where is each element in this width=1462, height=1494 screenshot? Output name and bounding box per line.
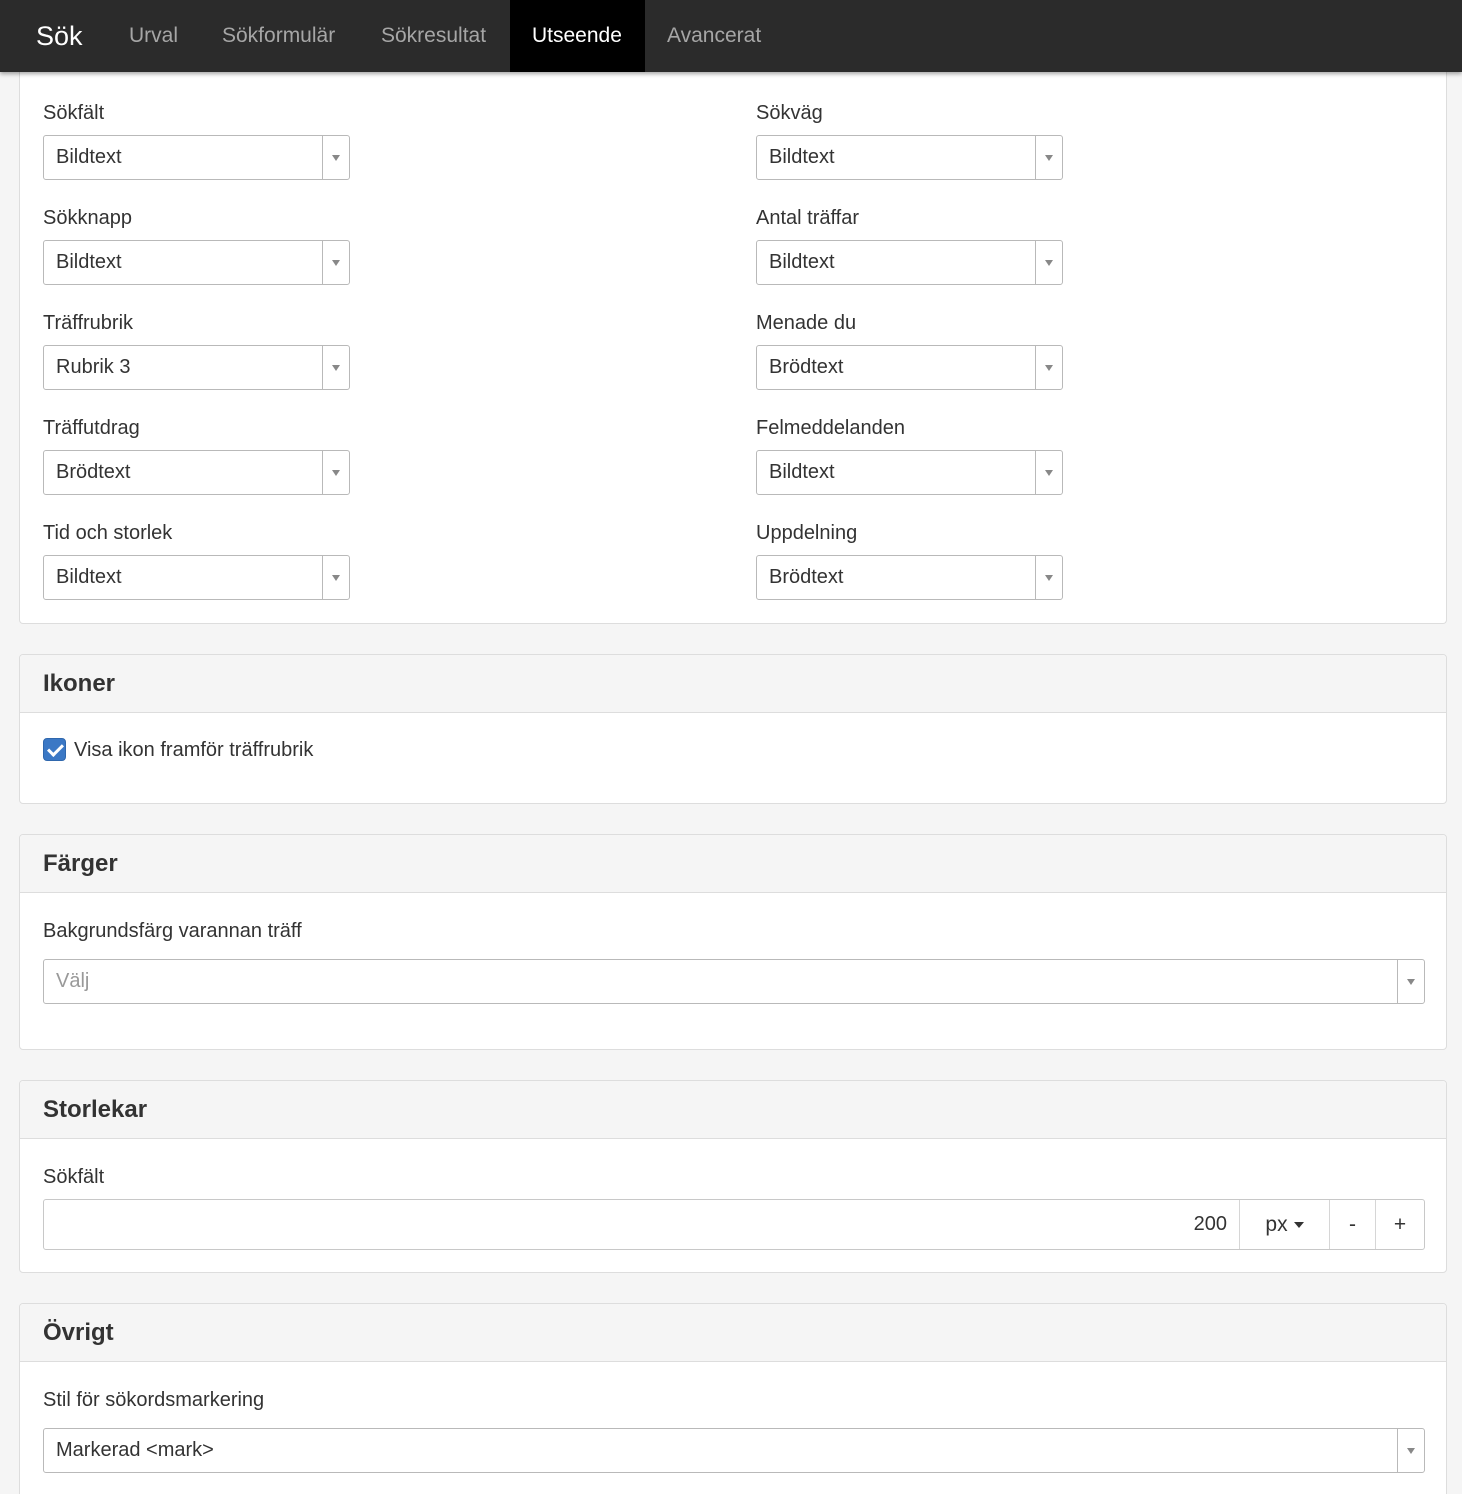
increment-button[interactable]: + [1375,1200,1424,1249]
select-antal-traffar[interactable]: Bildtext [756,240,1063,285]
panel-title: Färger [43,850,118,877]
dropdown-arrow-icon [1035,346,1062,389]
top-navbar: Sök Urval Sökformulär Sökresultat Utseen… [0,0,1462,72]
panel-heading: Ikoner [20,655,1446,713]
dropdown-arrow-icon [322,556,349,599]
decrement-button[interactable]: - [1329,1200,1375,1249]
brand-title[interactable]: Sök [36,0,83,72]
dropdown-arrow-icon [1397,1429,1424,1472]
select-value: Bildtext [769,461,835,483]
select-value: Bildtext [56,251,122,273]
tab-avancerat[interactable]: Avancerat [645,0,783,72]
panel-title: Övrigt [43,1319,114,1346]
field-label-traffutdrag: Träffutdrag [43,417,140,439]
select-value: Brödtext [769,566,844,588]
dropdown-arrow-icon [322,451,349,494]
field-label-sokvag: Sökväg [756,102,823,124]
select-value: Brödtext [56,461,131,483]
typography-panel: Sökfält Bildtext Sökknapp Bildtext Träff… [19,60,1447,624]
field-label-bakgrundsfarg: Bakgrundsfärg varannan träff [43,920,302,942]
checkbox-label[interactable]: Visa ikon framför träffrubrik [74,739,313,762]
field-label-menade-du: Menade du [756,312,857,334]
caret-down-icon [1293,1222,1304,1228]
select-traffutdrag[interactable]: Brödtext [43,450,350,495]
select-placeholder: Välj [56,970,90,992]
select-felmeddelanden[interactable]: Bildtext [756,450,1063,495]
select-value: Brödtext [769,356,844,378]
select-value: Markerad <mark> [56,1439,214,1461]
dropdown-arrow-icon [1035,241,1062,284]
sizes-panel: Storlekar Sökfält 200 px - + [19,1080,1447,1273]
dropdown-arrow-icon [322,241,349,284]
panel-heading: Övrigt [20,1304,1446,1362]
dropdown-arrow-icon [1035,556,1062,599]
select-tid-och-storlek[interactable]: Bildtext [43,555,350,600]
size-value-input[interactable]: 200 [44,1200,1227,1249]
unit-label: px [1265,1213,1288,1236]
select-value: Bildtext [56,146,122,168]
size-input-group: 200 px - + [43,1199,1425,1250]
field-label-felmeddelanden: Felmeddelanden [756,417,905,439]
panel-title: Ikoner [43,670,116,697]
field-label-tid-och-storlek: Tid och storlek [43,522,173,544]
select-value: Bildtext [769,251,835,273]
select-value: Bildtext [769,146,835,168]
panel-title: Storlekar [43,1096,148,1123]
unit-dropdown-button[interactable]: px [1239,1200,1329,1249]
icons-panel: Ikoner Visa ikon framför träffrubrik [19,654,1447,804]
select-sokknapp[interactable]: Bildtext [43,240,350,285]
field-label-sokordsmarkering: Stil för sökordsmarkering [43,1389,265,1411]
field-label-antal-traffar: Antal träffar [756,207,860,229]
field-label-traffrubrik: Träffrubrik [43,312,134,334]
dropdown-arrow-icon [322,346,349,389]
other-panel: Övrigt Stil för sökordsmarkering Markera… [19,1303,1447,1494]
select-uppdelning[interactable]: Brödtext [756,555,1063,600]
select-sokvag[interactable]: Bildtext [756,135,1063,180]
panel-heading: Storlekar [20,1081,1446,1139]
select-menade-du[interactable]: Brödtext [756,345,1063,390]
field-label-uppdelning: Uppdelning [756,522,858,544]
select-sokordsmarkering[interactable]: Markerad <mark> [43,1428,1425,1473]
tab-utseende[interactable]: Utseende [510,0,645,72]
tab-sokformular[interactable]: Sökformulär [200,0,357,72]
dropdown-arrow-icon [1035,136,1062,179]
select-value: Bildtext [56,566,122,588]
field-label-sokfalt: Sökfält [43,102,105,124]
select-traffrubrik[interactable]: Rubrik 3 [43,345,350,390]
dropdown-arrow-icon [322,136,349,179]
field-label-sokfalt-size: Sökfält [43,1166,105,1188]
select-sokfalt[interactable]: Bildtext [43,135,350,180]
panel-heading: Färger [20,835,1446,893]
dropdown-arrow-icon [1035,451,1062,494]
show-icon-checkbox[interactable] [43,738,66,761]
colors-panel: Färger Bakgrundsfärg varannan träff Välj [19,834,1447,1050]
tab-urval[interactable]: Urval [107,0,200,72]
dropdown-arrow-icon [1397,960,1424,1003]
tab-sokresultat[interactable]: Sökresultat [359,0,508,72]
select-value: Rubrik 3 [56,356,131,378]
select-bakgrundsfarg[interactable]: Välj [43,959,1425,1004]
field-label-sokknapp: Sökknapp [43,207,132,229]
